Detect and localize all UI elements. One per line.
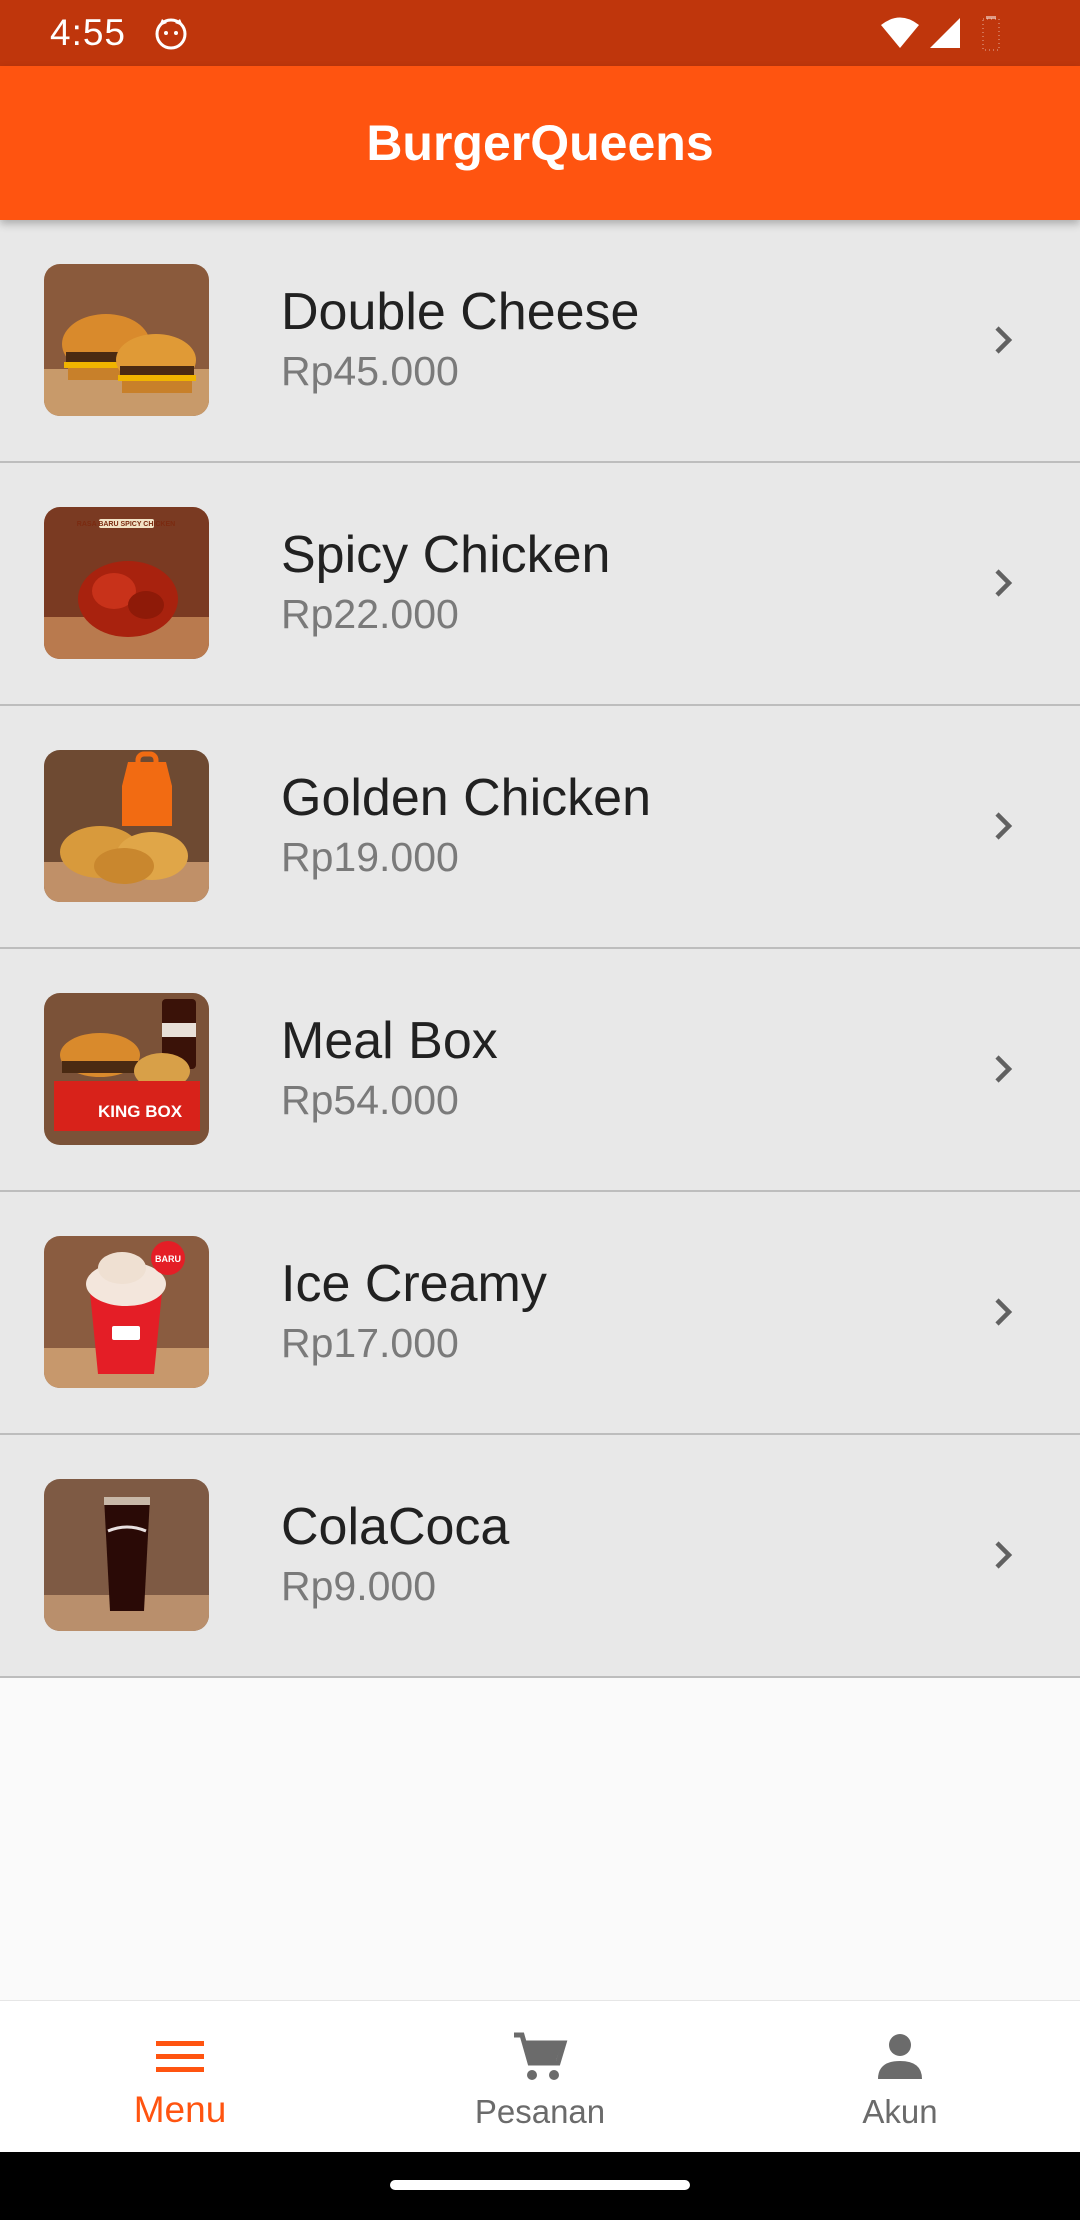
hamburger-menu-icon — [156, 2041, 204, 2072]
menu-item-price: Rp22.000 — [281, 591, 459, 637]
nav-label-akun: Akun — [862, 2093, 938, 2130]
chevron-right-icon — [995, 569, 1013, 597]
menu-item-name: Ice Creamy — [281, 1255, 547, 1313]
chevron-right-icon — [995, 326, 1013, 354]
image-box-text: KING BOX — [98, 1102, 183, 1121]
menu-item-price: Rp17.000 — [281, 1320, 459, 1366]
menu-item-name: Double Cheese — [281, 283, 640, 341]
menu-item-double-cheese[interactable]: Double Cheese Rp45.000 — [0, 220, 1080, 463]
wifi-icon — [881, 17, 919, 48]
nav-item-menu[interactable]: Menu — [0, 2001, 360, 2153]
menu-item-golden-chicken[interactable]: Golden Chicken Rp19.000 — [0, 706, 1080, 949]
menu-item-name: Meal Box — [281, 1012, 498, 1070]
image-badge-text: RASA BARU SPICY CHICKEN — [77, 521, 175, 528]
meal-box-image: KING BOX — [44, 993, 209, 1145]
battery-icon — [982, 16, 1000, 51]
ice-cream-image: BARU — [44, 1236, 209, 1388]
status-time: 4:55 — [50, 12, 127, 53]
menu-list: Double Cheese Rp45.000 RASA BARU SPICY C… — [0, 220, 1080, 1678]
menu-item-name: ColaCoca — [281, 1498, 510, 1556]
nav-label-menu: Menu — [133, 2089, 227, 2130]
menu-item-price: Rp19.000 — [281, 834, 459, 880]
home-gesture-handle[interactable] — [390, 2180, 690, 2190]
status-bar: 4:55 — [0, 0, 1080, 66]
nav-label-pesanan: Pesanan — [474, 2093, 606, 2130]
chevron-right-icon — [995, 1055, 1013, 1083]
menu-item-price: Rp9.000 — [281, 1563, 437, 1609]
menu-item-ice-creamy[interactable]: BARU Ice Creamy Rp17.000 — [0, 1192, 1080, 1435]
menu-item-spicy-chicken[interactable]: RASA BARU SPICY CHICKEN Spicy Chicken Rp… — [0, 463, 1080, 706]
cat-notification-icon — [155, 18, 187, 50]
app-title: BurgerQueens — [366, 115, 714, 171]
menu-item-price: Rp54.000 — [281, 1077, 459, 1123]
menu-item-name: Spicy Chicken — [281, 526, 611, 584]
chevron-right-icon — [995, 1298, 1013, 1326]
cola-glass-image — [44, 1479, 209, 1631]
chevron-right-icon — [995, 1541, 1013, 1569]
chevron-right-icon — [995, 812, 1013, 840]
person-icon — [878, 2034, 922, 2079]
system-gesture-bar — [0, 2152, 1080, 2220]
image-badge-text: BARU — [155, 1254, 181, 1264]
menu-item-meal-box[interactable]: KING BOX Meal Box Rp54.000 — [0, 949, 1080, 1192]
fried-chicken-image — [44, 750, 209, 902]
double-cheeseburger-image — [44, 264, 209, 416]
signal-icon — [930, 18, 960, 48]
app-bar: BurgerQueens — [0, 66, 1080, 220]
cart-icon — [514, 2032, 568, 2080]
menu-item-name: Golden Chicken — [281, 769, 651, 827]
nav-item-akun[interactable]: Akun — [720, 2001, 1080, 2153]
menu-item-price: Rp45.000 — [281, 348, 459, 394]
nav-item-pesanan[interactable]: Pesanan — [360, 2001, 720, 2153]
bottom-navigation: Menu Pesanan Akun — [0, 2000, 1080, 2153]
spicy-chicken-image: RASA BARU SPICY CHICKEN — [44, 507, 209, 659]
menu-item-colacoca[interactable]: ColaCoca Rp9.000 — [0, 1435, 1080, 1678]
